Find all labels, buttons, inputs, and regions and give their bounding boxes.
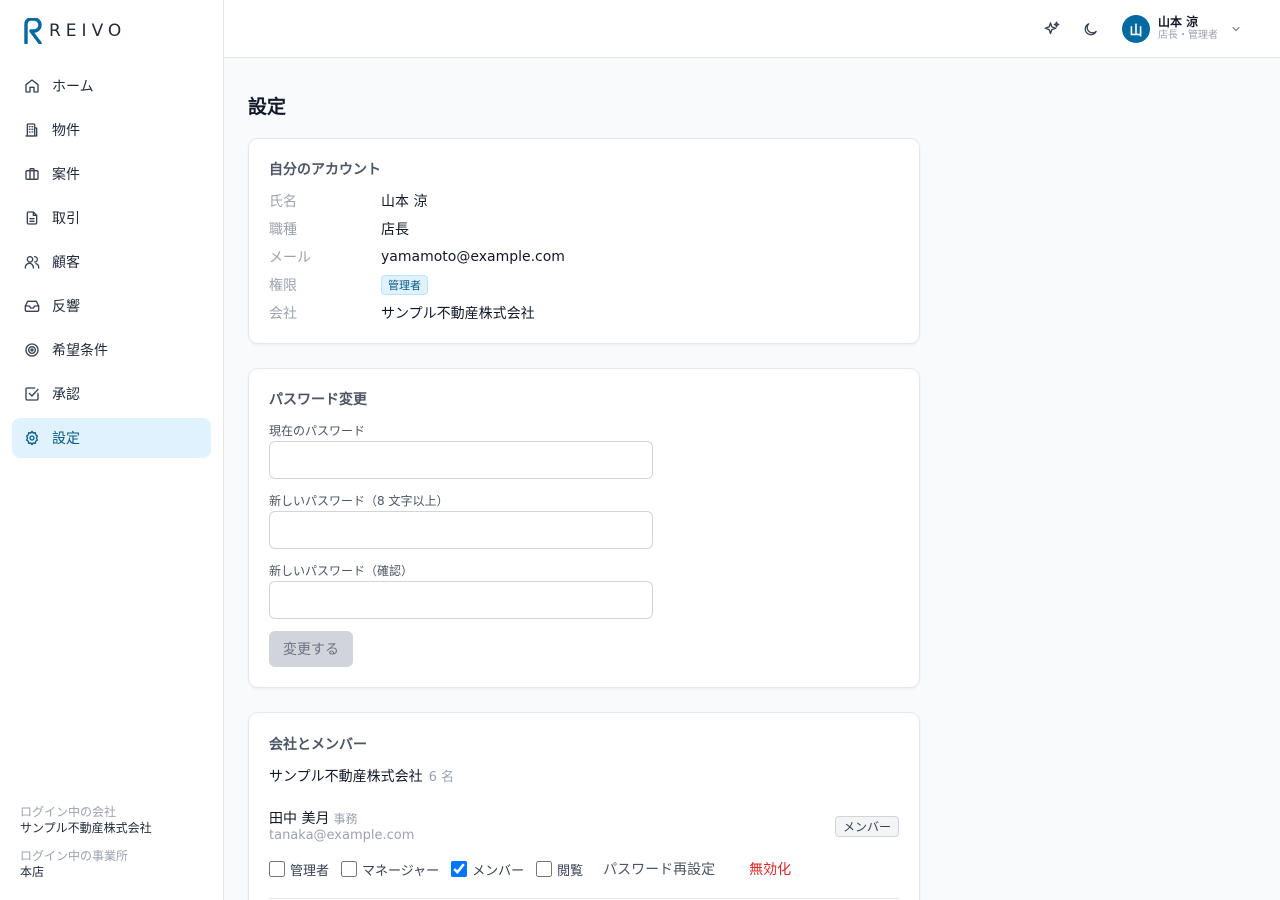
member-badge: メンバー	[834, 816, 899, 837]
nav-item-home[interactable]: ホーム	[12, 66, 211, 106]
sidebar: REIVO ホーム 物件 案件 取引 顧客 反響 希望条件 承認 設定 ログイン…	[0, 0, 224, 900]
account-title: 自分のアカウント	[269, 162, 381, 178]
nav-item-label: 顧客	[52, 255, 80, 271]
nav-item-preferences[interactable]: 希望条件	[12, 330, 211, 370]
nav-item-cases[interactable]: 案件	[12, 154, 211, 194]
permission-badge: 管理者	[381, 275, 428, 295]
reset-password-link[interactable]: パスワード再設定	[603, 859, 715, 879]
perm-viewer-checkbox[interactable]	[536, 861, 553, 877]
perm-label: マネージャー	[362, 863, 440, 879]
account-company-label: 会社	[269, 306, 297, 322]
nav-item-inquiries[interactable]: 反響	[12, 286, 211, 326]
password-title: パスワード変更	[269, 392, 367, 408]
password-card: パスワード変更 現在のパスワード 新しいパスワード（8 文字以上） 新しいパスワ…	[248, 368, 920, 688]
account-email-label: メール	[269, 250, 311, 266]
current-password-input[interactable]	[269, 441, 653, 479]
perm-admin[interactable]: 管理者	[269, 860, 329, 879]
nav-item-label: 反響	[52, 299, 80, 315]
user-info: 山本 涼 店長・管理者	[1158, 15, 1218, 43]
avatar: 山	[1122, 15, 1150, 43]
nav-item-label: 案件	[52, 167, 80, 183]
nav-item-properties[interactable]: 物件	[12, 110, 211, 150]
reivo-logo-icon	[24, 18, 42, 44]
brand-name: REIVO	[49, 21, 127, 41]
nav-item-label: 物件	[52, 123, 80, 139]
perm-manager[interactable]: マネージャー	[341, 860, 439, 879]
member-email: tanaka@example.com	[269, 828, 415, 843]
nav-item-label: 希望条件	[52, 343, 108, 359]
users-icon	[24, 254, 40, 270]
login-office: 本店	[20, 865, 45, 879]
nav-item-label: ホーム	[52, 79, 94, 95]
confirm-password-input[interactable]	[269, 581, 653, 619]
account-card: 自分のアカウント 氏名 山本 涼 職種 店長 メール yamamoto@exam…	[248, 138, 920, 344]
home-icon	[24, 78, 40, 94]
member-role: 事務	[333, 812, 358, 826]
brand-logo[interactable]: REIVO	[23, 18, 126, 44]
nav-item-label: 取引	[52, 211, 80, 227]
new-password-label: 新しいパスワード（8 文字以上）	[269, 494, 449, 508]
member-company-name: サンプル不動産株式会社	[269, 769, 423, 785]
user-menu[interactable]: 山 山本 涼 店長・管理者	[1122, 14, 1242, 44]
account-email-row: メール yamamoto@example.com	[269, 247, 565, 267]
perm-label: 閲覧	[557, 863, 584, 879]
account-perm-label: 権限	[269, 278, 297, 294]
account-company: サンプル不動産株式会社	[381, 306, 535, 322]
user-name: 山本 涼	[1158, 15, 1199, 29]
building-icon	[24, 122, 40, 138]
account-name-label: 氏名	[269, 194, 297, 210]
target-icon	[24, 342, 40, 358]
current-password-label: 現在のパスワード	[269, 424, 366, 438]
account-name-row: 氏名 山本 涼	[269, 191, 427, 211]
new-password-input[interactable]	[269, 511, 653, 549]
inbox-icon	[24, 298, 40, 314]
main-nav: ホーム 物件 案件 取引 顧客 反響 希望条件 承認 設定	[12, 66, 211, 462]
member-name: 田中 美月 事務	[269, 808, 357, 828]
account-job: 店長	[381, 222, 409, 238]
perm-label: メンバー	[472, 863, 525, 879]
account-company-row: 会社 サンプル不動産株式会社	[269, 303, 535, 323]
nav-item-label: 設定	[52, 431, 80, 447]
nav-item-customers[interactable]: 顧客	[12, 242, 211, 282]
document-icon	[24, 210, 40, 226]
page-title: 設定	[248, 96, 287, 118]
perm-member[interactable]: メンバー	[451, 860, 524, 879]
member-permissions: 管理者 マネージャー メンバー 閲覧 パスワード再設定 無効化	[269, 859, 791, 879]
member-name-text: 田中 美月	[269, 811, 330, 827]
nav-item-deals[interactable]: 取引	[12, 198, 211, 238]
nav-item-label: 承認	[52, 387, 80, 403]
account-name: 山本 涼	[381, 194, 428, 210]
perm-viewer[interactable]: 閲覧	[536, 860, 583, 879]
nav-item-approvals[interactable]: 承認	[12, 374, 211, 414]
chevron-down-icon	[1230, 20, 1242, 39]
member-divider	[269, 898, 899, 899]
login-company: サンプル不動産株式会社	[20, 821, 152, 835]
topbar: 山 山本 涼 店長・管理者	[224, 0, 1280, 58]
login-info: ログイン中の会社 サンプル不動産株式会社 ログイン中の事業所 本店	[20, 804, 152, 892]
members-title: 会社とメンバー	[269, 737, 367, 753]
perm-manager-checkbox[interactable]	[341, 861, 358, 877]
account-job-label: 職種	[269, 222, 297, 238]
briefcase-icon	[24, 166, 40, 182]
confirm-password-label: 新しいパスワード（確認）	[269, 564, 414, 578]
account-job-row: 職種 店長	[269, 219, 409, 239]
user-role: 店長・管理者	[1158, 30, 1218, 41]
members-card: 会社とメンバー サンプル不動産株式会社 6 名 田中 美月 事務 tanaka@ex…	[248, 712, 920, 900]
login-company-label: ログイン中の会社	[20, 805, 117, 819]
moon-icon[interactable]	[1080, 19, 1100, 39]
checkbox-icon	[24, 386, 40, 402]
account-email: yamamoto@example.com	[381, 249, 565, 265]
perm-admin-checkbox[interactable]	[269, 861, 285, 877]
gear-icon	[24, 430, 40, 446]
nav-item-settings[interactable]: 設定	[12, 418, 211, 458]
login-office-label: ログイン中の事業所	[20, 849, 129, 863]
disable-member-link[interactable]: 無効化	[749, 859, 791, 879]
member-company: サンプル不動産株式会社 6 名	[269, 766, 454, 786]
perm-member-checkbox[interactable]	[451, 861, 468, 877]
perm-label: 管理者	[290, 863, 330, 879]
sparkle-icon[interactable]	[1042, 19, 1062, 39]
account-perm-row: 権限 管理者	[269, 275, 428, 295]
change-password-button[interactable]: 変更する	[269, 631, 353, 667]
member-count: 6 名	[428, 770, 454, 785]
